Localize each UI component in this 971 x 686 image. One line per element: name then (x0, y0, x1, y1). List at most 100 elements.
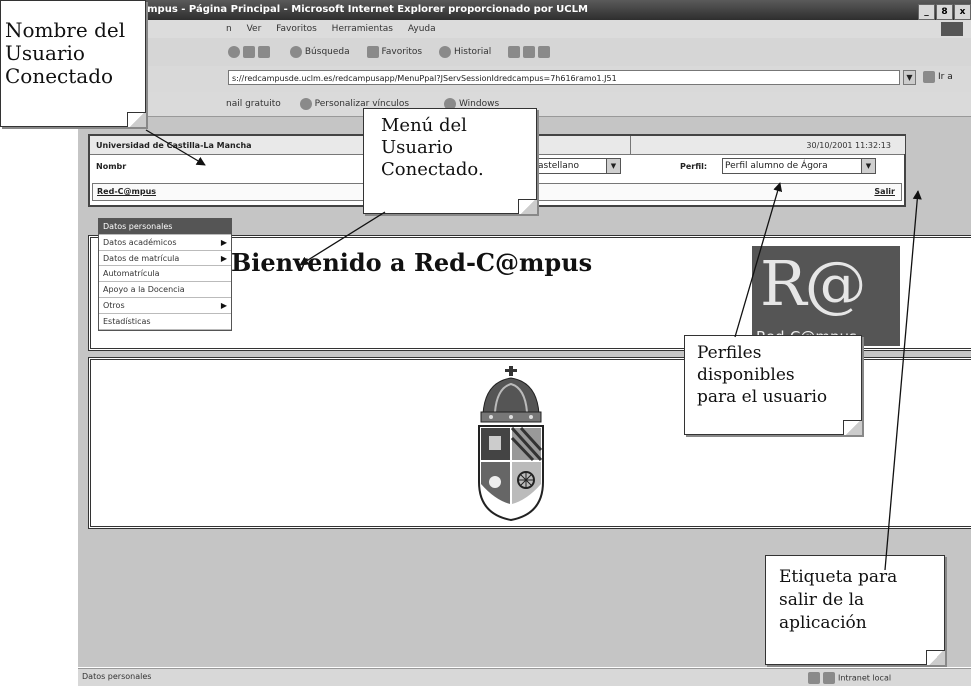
menu-item-label: Datos personales (103, 222, 173, 231)
university-crest-icon (478, 366, 544, 522)
menu-tools[interactable]: Herramientas (332, 20, 393, 38)
callout-line: salir de la (779, 590, 865, 610)
link-free-mail[interactable]: nail gratuito (226, 92, 281, 116)
callout-line: Usuario (381, 137, 453, 158)
window-controls: _ 8 x (917, 2, 971, 22)
intranet-icon (823, 672, 835, 684)
submenu-arrow-icon: ▶ (220, 253, 227, 263)
favorites-label: Favoritos (381, 47, 423, 57)
security-zone: Intranet local (808, 672, 891, 684)
logout-link[interactable]: Salir (874, 187, 895, 196)
maximize-button[interactable]: 8 (936, 4, 953, 20)
status-text: Datos personales (82, 672, 152, 681)
search-label: Búsqueda (304, 47, 350, 57)
window-titlebar: Red-C@mpus - Página Principal - Microsof… (78, 0, 971, 20)
menu-item-datos-matricula[interactable]: Datos de matrícula ▶ (99, 251, 231, 267)
favorites-button[interactable]: Favoritos (366, 38, 423, 66)
callout-line: Menú del (381, 115, 467, 136)
callout-line: Etiqueta para (779, 567, 898, 587)
address-dropdown-button[interactable]: ▼ (903, 70, 916, 85)
page-fold (843, 420, 862, 435)
callout-line: para el usuario (697, 387, 828, 407)
print-icon (523, 45, 536, 58)
language-value: astellano (538, 161, 579, 171)
menu-bar: n Ver Favoritos Herramientas Ayuda (78, 20, 971, 39)
datetime: 30/10/2001 11:32:13 (806, 141, 891, 150)
menu-favorites[interactable]: Favoritos (276, 20, 317, 38)
menu-item-label: Apoyo a la Docencia (103, 285, 185, 295)
logo-mark: R@ (760, 247, 867, 320)
menu-item-label: Automatrícula (103, 269, 160, 279)
history-button[interactable]: Historial (439, 38, 491, 66)
menu-item-label: Estadísticas (103, 316, 151, 326)
menu-item-apoyo-docencia[interactable]: Apoyo a la Docencia (99, 282, 231, 298)
callout-line: aplicación (779, 613, 867, 633)
menu-item-datos-academicos[interactable]: Datos académicos ▶ (99, 235, 231, 251)
redcampus-home-link[interactable]: Red-C@mpus (97, 187, 156, 196)
toolbar: Búsqueda Favoritos Historial (78, 38, 971, 67)
callout-line: Usuario (5, 41, 85, 65)
callout-user-menu: Menú del Usuario Conectado. (363, 108, 537, 214)
submenu-arrow-icon: ▶ (220, 300, 227, 310)
status-bar: Datos personales Intranet local (78, 668, 971, 686)
nav-buttons[interactable] (228, 38, 273, 66)
profile-value: Perfil alumno de Ágora (725, 161, 828, 171)
redcampus-logo: R@ Red-C@mpus (752, 246, 900, 346)
menu-item-label: Otros (103, 300, 125, 310)
chevron-down-icon[interactable]: ▼ (861, 159, 875, 173)
go-arrow-icon (923, 70, 935, 83)
history-label: Historial (454, 47, 492, 57)
edit-icon (538, 45, 551, 58)
ie-page-icon (299, 97, 312, 110)
menu-item-automatricula[interactable]: Automatrícula (99, 266, 231, 283)
callout-line: Conectado. (381, 159, 484, 180)
callout-user-name: Nombre del Usuario Conectado (0, 0, 146, 127)
language-select[interactable]: astellano ▼ (535, 158, 621, 174)
page-fold (926, 650, 945, 665)
menu-view[interactable]: Ver (247, 20, 262, 38)
address-input[interactable]: s://redcampusde.uclm.es/redcampusapp/Men… (228, 70, 900, 85)
callout-line: Nombre del (5, 18, 126, 42)
home-icon (258, 45, 270, 58)
close-button[interactable]: x (954, 4, 971, 20)
university-name: Universidad de Castilla-La Mancha (96, 141, 252, 150)
chevron-down-icon[interactable]: ▼ (606, 159, 620, 173)
menu-item-datos-personales[interactable]: Datos personales (99, 219, 231, 235)
welcome-title: Bienvenido a Red-C@mpus (231, 248, 593, 277)
menu-item-otros[interactable]: Otros ▶ (99, 298, 231, 314)
minimize-button[interactable]: _ (918, 4, 935, 20)
user-menu: Datos personales Datos académicos ▶ Datos… (98, 218, 232, 331)
go-button[interactable]: Ir a (923, 70, 953, 85)
profile-select[interactable]: Perfil alumno de Ágora ▼ (722, 158, 876, 174)
lock-icon (808, 672, 820, 684)
callout-line: disponibles (697, 365, 795, 385)
search-button[interactable]: Búsqueda (289, 38, 350, 66)
zone-label: Intranet local (838, 673, 892, 683)
search-icon (289, 45, 302, 58)
menu-item-estadisticas[interactable]: Estadísticas (99, 314, 231, 330)
window-title: Red-C@mpus - Página Principal - Microsof… (104, 4, 588, 15)
submenu-arrow-icon: ▶ (220, 237, 227, 247)
profile-label: Perfil: (680, 162, 708, 171)
page-fold (518, 199, 537, 214)
date-cell: 30/10/2001 11:32:13 (630, 136, 905, 154)
menu-item-label: Datos de matrícula (103, 253, 180, 263)
extra-buttons[interactable] (508, 38, 553, 66)
address-bar: s://redcampusde.uclm.es/redcampusapp/Men… (78, 66, 971, 93)
stop-icon (228, 45, 240, 58)
menu-item-label: Datos académicos (103, 237, 177, 247)
callout-line: Conectado (5, 64, 114, 88)
page-fold (127, 112, 146, 127)
callout-exit: Etiqueta para salir de la aplicación (765, 555, 945, 665)
star-icon (366, 45, 379, 58)
refresh-icon (243, 45, 255, 58)
history-icon (439, 45, 451, 58)
mail-icon (508, 45, 521, 58)
windows-logo-icon (941, 22, 963, 36)
menu-file[interactable]: n (226, 20, 232, 38)
menu-help[interactable]: Ayuda (408, 20, 436, 38)
user-name-label: Nombr (96, 162, 127, 171)
go-label: Ir a (938, 72, 953, 82)
callout-profiles: Perfiles disponibles para el usuario (684, 335, 862, 435)
callout-line: Perfiles (697, 343, 762, 363)
